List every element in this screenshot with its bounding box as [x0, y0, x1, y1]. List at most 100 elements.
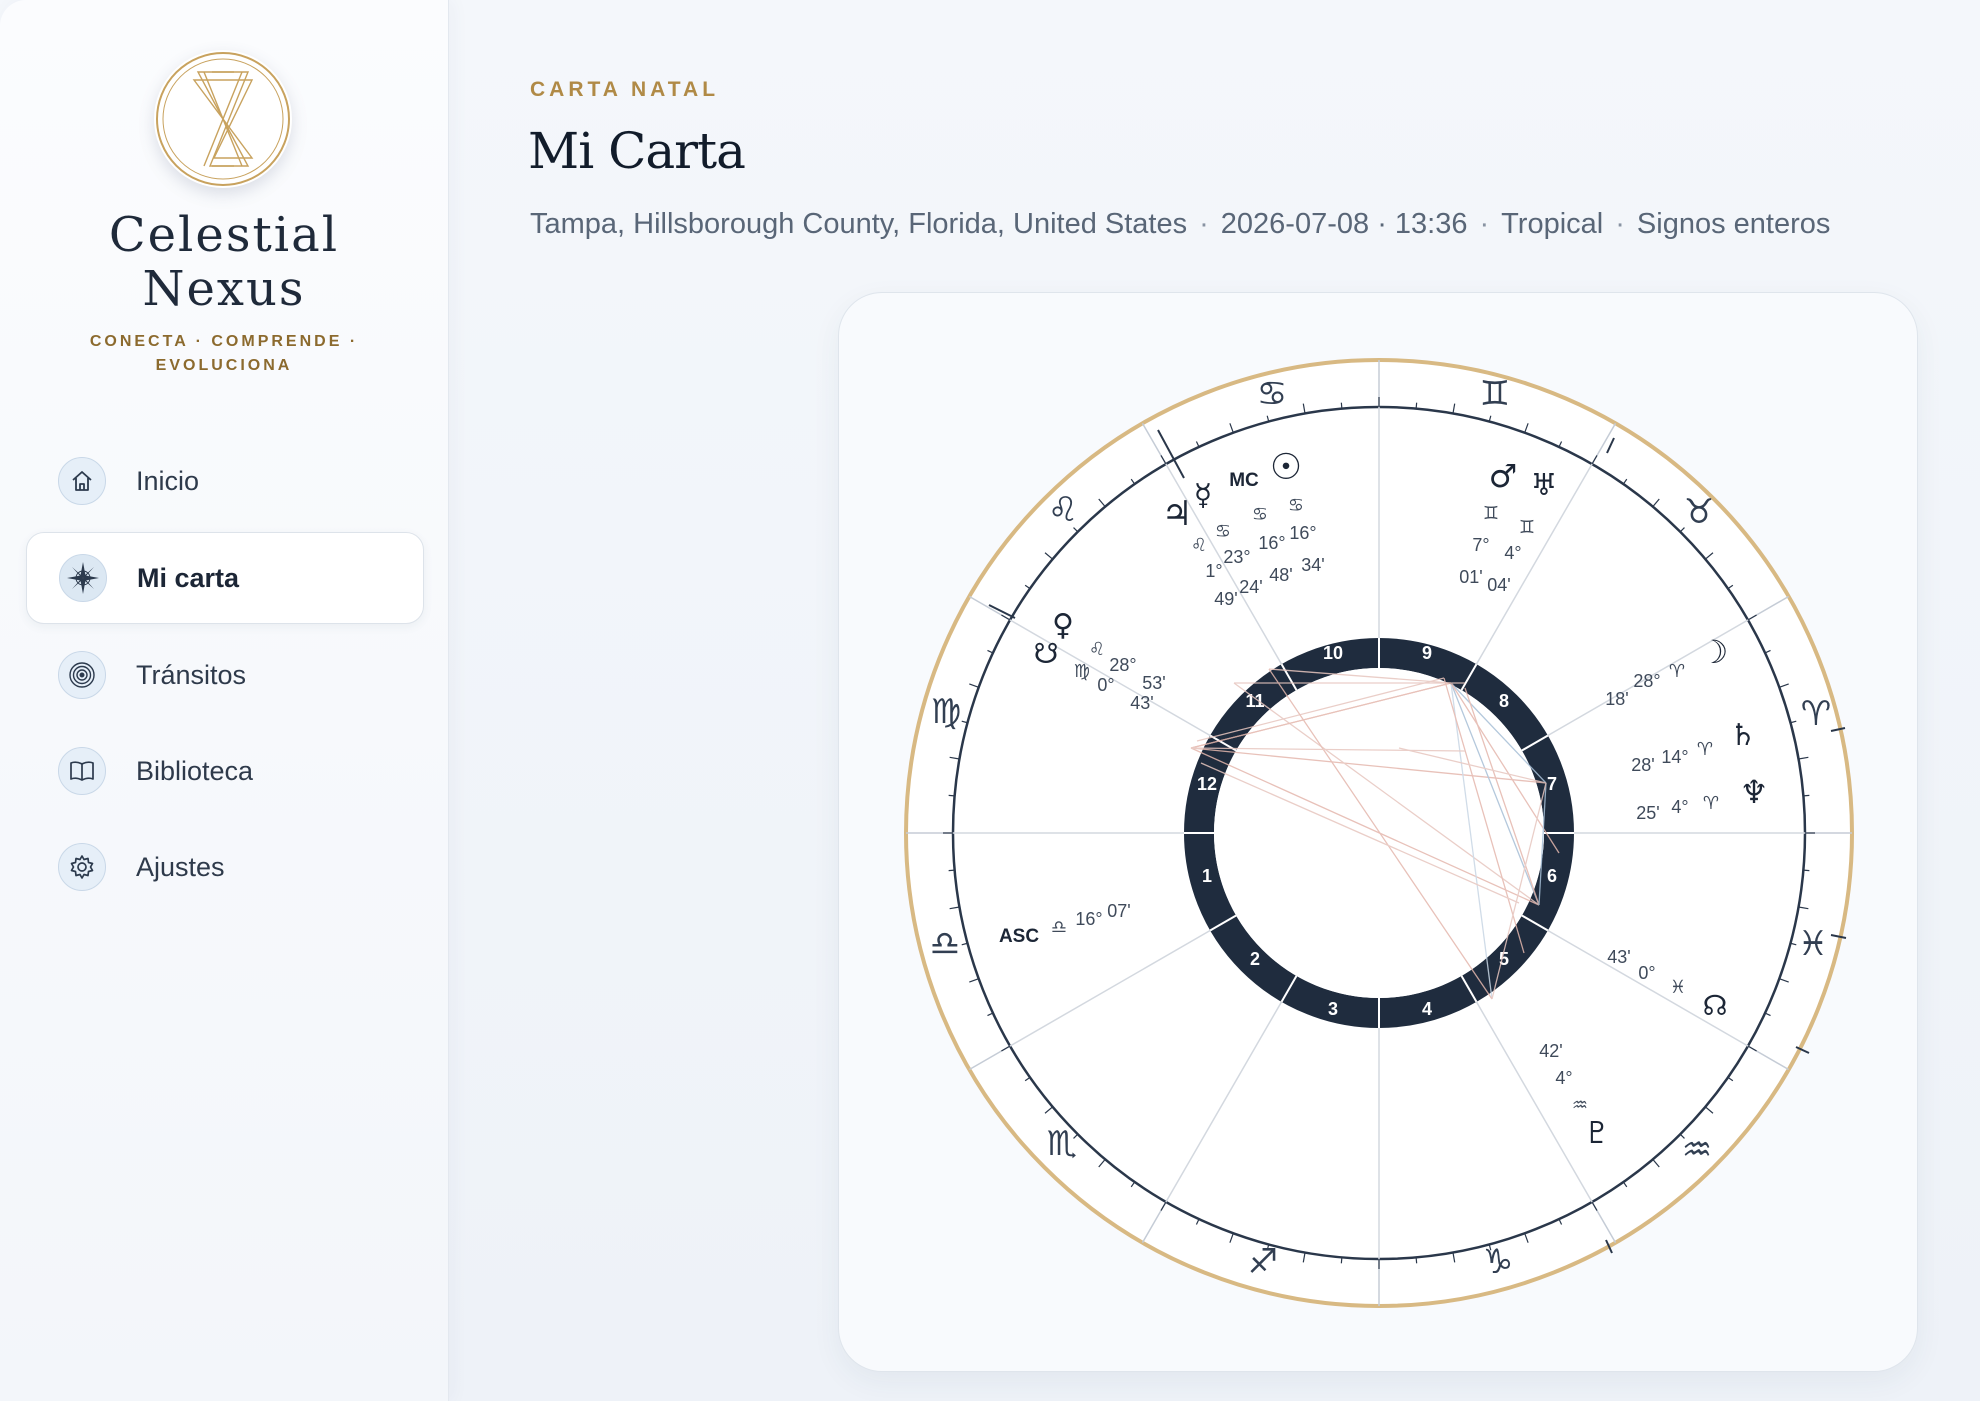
placement-sign-icon: ♎ — [1051, 917, 1067, 938]
leo-sign-icon: ♌ — [1048, 490, 1078, 530]
meta-location: Tampa, Hillsborough County, Florida, Uni… — [530, 208, 1188, 240]
south-node-icon[interactable]: ☋ — [1034, 637, 1059, 670]
house-number: 12 — [1197, 774, 1217, 794]
house-number: 8 — [1499, 691, 1509, 711]
sidebar-item-ajustes[interactable]: Ajustes — [26, 822, 424, 912]
meta-separator: · — [1615, 208, 1625, 240]
natal-chart-card: 1 2 3 4 5 6 7 8 9 10 11 12 ♋ ♊ ♉ ♈ ♓ ♒ ♑… — [838, 292, 1918, 1372]
sidebar-item-label: Inicio — [136, 465, 200, 496]
gemini-sign-icon: ♊ — [1480, 374, 1510, 414]
home-icon — [58, 457, 106, 505]
pisces-sign-icon: ♓ — [1798, 924, 1828, 964]
brand-tagline: CONECTA · COMPRENDE · EVOLUCIONA — [60, 330, 388, 378]
sun-icon[interactable]: ☉ — [1270, 447, 1302, 488]
brand-tagline-line1: CONECTA · COMPRENDE · — [89, 333, 359, 350]
cancer-sign-icon: ♋ — [1257, 374, 1287, 414]
brand-name: Celestial Nexus — [0, 208, 448, 316]
mars-icon[interactable]: ♂ — [1489, 457, 1518, 495]
degree-tick — [948, 869, 955, 872]
placement-sign-icon: ♈ — [1669, 661, 1685, 682]
brand-logo — [154, 50, 292, 188]
virgo-sign-icon: ♍ — [931, 692, 961, 732]
placement-minute: 43' — [1130, 693, 1153, 713]
brand-name-line1: Celestial — [108, 207, 340, 263]
degree-tick — [1803, 794, 1810, 797]
meta-zodiac: Tropical — [1501, 208, 1604, 240]
libra-sign-icon: ♎ — [930, 924, 960, 964]
chart-meta: Tampa, Hillsborough County, Florida, Uni… — [530, 208, 1830, 241]
placement-minute: 42' — [1539, 1041, 1562, 1061]
sidebar: Celestial Nexus CONECTA · COMPRENDE · EV… — [0, 0, 449, 1401]
placement-sign-icon: ♌ — [1191, 535, 1207, 556]
placement-minute: 48' — [1269, 565, 1292, 585]
placement-degree: 7° — [1472, 535, 1489, 555]
sidebar-item-label: Ajustes — [136, 851, 225, 882]
sidebar-item-label: Biblioteca — [136, 755, 254, 786]
placement-degree: 16° — [1258, 533, 1285, 553]
placement-minute: 25' — [1636, 803, 1659, 823]
sidebar-item-label: Tránsitos — [136, 659, 247, 690]
placement-sign-icon: ♍ — [1074, 661, 1090, 682]
sidebar-item-transitos[interactable]: Tránsitos — [26, 630, 424, 720]
placement-degree: 16° — [1289, 523, 1316, 543]
neptune-icon[interactable]: ♆ — [1740, 773, 1769, 811]
pluto-icon[interactable]: ♇ — [1584, 1116, 1611, 1151]
placement-sign-icon: ♊ — [1519, 517, 1535, 538]
placement-minute: 18' — [1605, 689, 1628, 709]
placement-minute: 24' — [1239, 577, 1262, 597]
placement-degree: 4° — [1555, 1068, 1572, 1088]
house-number: 9 — [1422, 643, 1432, 663]
placement-sign-icon: ♊ — [1483, 503, 1499, 524]
mercury-icon[interactable]: ☿ — [1194, 478, 1212, 513]
moon-icon[interactable]: ☽ — [1700, 633, 1729, 671]
capricorn-sign-icon: ♑ — [1483, 1242, 1513, 1282]
uranus-icon[interactable]: ♅ — [1531, 468, 1558, 503]
book-icon — [58, 747, 106, 795]
saturn-icon[interactable]: ♄ — [1730, 718, 1757, 753]
placement-sign-icon: ♓ — [1670, 977, 1686, 998]
brand-name-line2: Nexus — [142, 261, 306, 317]
placement-minute: 43' — [1607, 947, 1630, 967]
natal-chart-wheel[interactable]: 1 2 3 4 5 6 7 8 9 10 11 12 ♋ ♊ ♉ ♈ ♓ ♒ ♑… — [839, 293, 1917, 1371]
meta-datetime: 2026-07-08 · 13:36 — [1220, 208, 1468, 240]
page-title: Mi Carta — [528, 122, 746, 180]
sidebar-item-biblioteca[interactable]: Biblioteca — [26, 726, 424, 816]
sidebar-item-label: Mi carta — [137, 562, 240, 593]
aquarius-sign-icon: ♒ — [1682, 1130, 1712, 1170]
placement-sign-icon: ♋ — [1252, 504, 1268, 525]
app-window: Celestial Nexus CONECTA · COMPRENDE · EV… — [0, 0, 1980, 1401]
placement-minute: 53' — [1142, 673, 1165, 693]
jupiter-icon[interactable]: ♃ — [1162, 494, 1192, 534]
placement-sign-icon: ♋ — [1215, 521, 1231, 542]
placement-minute: 34' — [1301, 555, 1324, 575]
mc-angle-label: MC — [1229, 470, 1259, 491]
compass-rose-icon — [59, 554, 107, 602]
sidebar-item-mi-carta[interactable]: Mi carta — [26, 532, 424, 624]
gear-icon — [58, 843, 106, 891]
placement-sign-icon: ♌ — [1089, 639, 1105, 660]
placement-degree: 1° — [1205, 561, 1222, 581]
house-number: 10 — [1323, 643, 1343, 663]
placement-sign-icon: ♒ — [1572, 1095, 1588, 1116]
sidebar-item-inicio[interactable]: Inicio — [26, 436, 424, 526]
degree-tick — [948, 794, 955, 797]
hourglass-logo-icon — [156, 52, 290, 186]
aries-sign-icon: ♈ — [1801, 694, 1831, 734]
house-number: 3 — [1328, 999, 1338, 1019]
degree-tick — [1803, 869, 1810, 872]
placement-degree: 28° — [1633, 671, 1660, 691]
meta-house-system: Signos enteros — [1636, 208, 1831, 240]
sagittarius-sign-icon: ♐ — [1248, 1242, 1278, 1282]
sidebar-nav: Inicio Mi carta Tránsitos Biblioteca Aju… — [26, 436, 424, 918]
degree-tick — [1340, 402, 1343, 409]
house-number: 4 — [1422, 999, 1432, 1019]
asc-angle-label: ASC — [999, 926, 1039, 947]
placement-sign-icon: ♋ — [1288, 495, 1304, 516]
north-node-icon[interactable]: ☊ — [1703, 989, 1728, 1022]
brand-tagline-line2: EVOLUCIONA — [155, 357, 293, 374]
placement-minute: 07' — [1107, 901, 1130, 921]
meta-separator: · — [1479, 208, 1490, 240]
degree-tick — [1340, 1257, 1343, 1264]
page-eyebrow: CARTA NATAL — [530, 78, 720, 101]
placement-minute: 49' — [1214, 589, 1237, 609]
